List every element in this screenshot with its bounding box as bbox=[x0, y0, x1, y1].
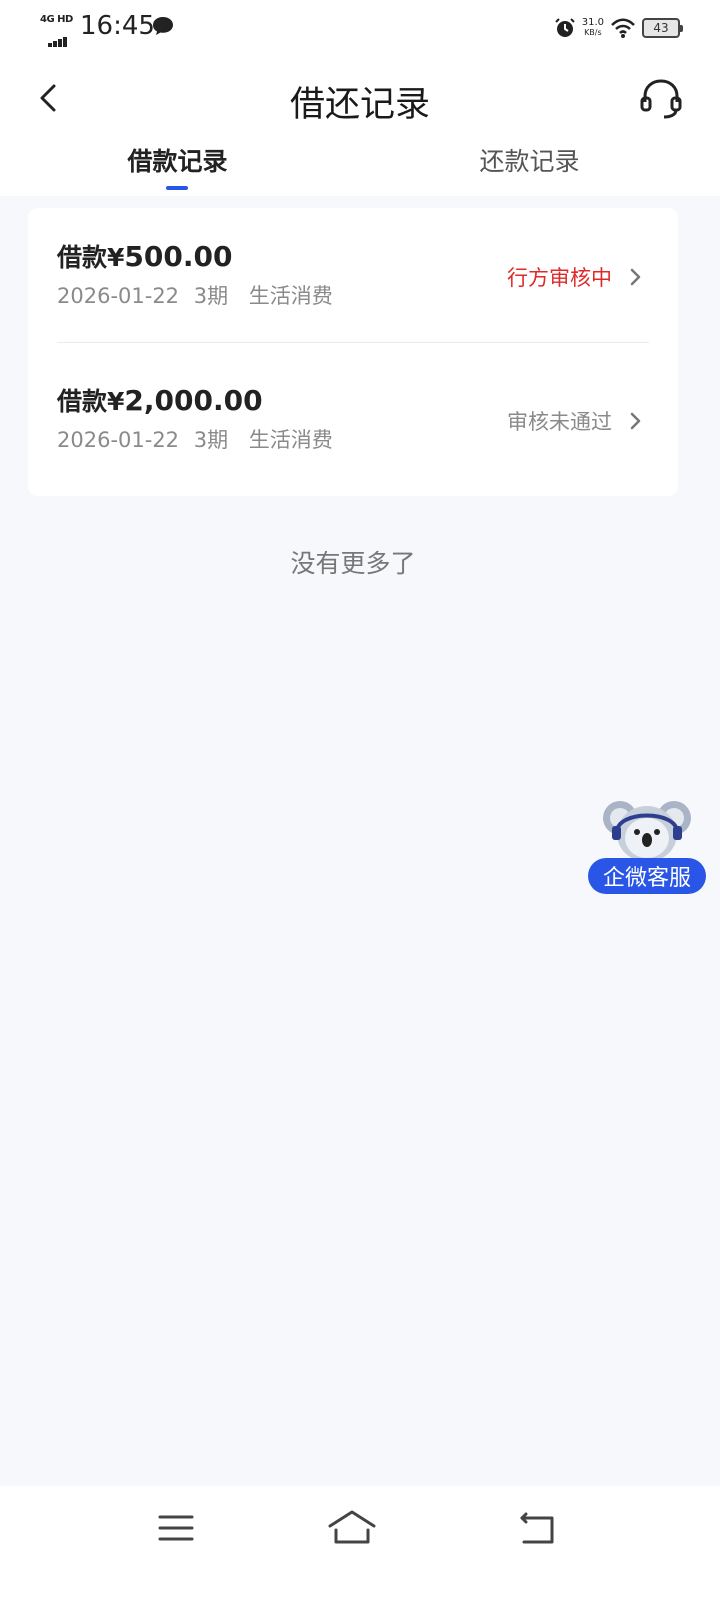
status-bar: 4G HD 16:45 31.0 KB/s 43 bbox=[0, 0, 720, 56]
alarm-icon bbox=[555, 18, 575, 37]
loan-date: 2026-01-22 bbox=[57, 284, 180, 308]
loan-amount: 借款¥2,000.00 bbox=[57, 382, 263, 418]
tab-repay-records[interactable]: 还款记录 bbox=[452, 142, 607, 196]
loan-term: 3期 bbox=[193, 284, 229, 308]
list-item[interactable]: 借款¥500.00 2026-01-22 3期 生活消费 行方审核中 bbox=[28, 208, 678, 352]
records-card: 借款¥500.00 2026-01-22 3期 生活消费 行方审核中 借款¥2,… bbox=[28, 208, 678, 496]
chevron-right-icon bbox=[630, 412, 641, 430]
app-header: 借还记录 bbox=[0, 56, 720, 142]
loan-details: 2026-01-22 3期 生活消费 bbox=[57, 424, 333, 454]
amount-value: 500.00 bbox=[124, 240, 233, 273]
loan-date: 2026-01-22 bbox=[57, 428, 180, 452]
loan-amount: 借款¥500.00 bbox=[57, 238, 232, 274]
loan-details: 2026-01-22 3期 生活消费 bbox=[57, 280, 333, 310]
speed-value: 31.0 bbox=[581, 17, 604, 28]
wecom-service-label: 企微客服 bbox=[588, 858, 706, 894]
network-type-label: 4G HD bbox=[40, 14, 73, 25]
speed-unit: KB/s bbox=[584, 28, 602, 37]
headset-icon[interactable] bbox=[638, 76, 684, 122]
back-icon[interactable] bbox=[508, 1506, 568, 1550]
wecom-service-button[interactable]: 企微客服 bbox=[588, 796, 706, 898]
status-badge: 审核未通过 bbox=[507, 410, 612, 434]
divider bbox=[57, 342, 649, 343]
loan-purpose: 生活消费 bbox=[248, 284, 333, 308]
network-speed: 31.0 KB/s bbox=[582, 18, 604, 38]
record-tabs: 借款记录 还款记录 bbox=[0, 142, 720, 196]
status-time: 16:45 bbox=[80, 11, 155, 41]
no-more-text: 没有更多了 bbox=[290, 549, 416, 578]
network-signal-icon: 4G HD bbox=[40, 14, 74, 47]
system-nav-bar bbox=[0, 1486, 720, 1600]
amount-value: 2,000.00 bbox=[124, 384, 263, 417]
loan-purpose: 生活消费 bbox=[248, 428, 333, 452]
chevron-right-icon bbox=[630, 268, 641, 286]
list-item[interactable]: 借款¥2,000.00 2026-01-22 3期 生活消费 审核未通过 bbox=[28, 352, 678, 496]
home-icon[interactable] bbox=[322, 1506, 382, 1550]
amount-prefix: 借款¥ bbox=[57, 387, 125, 416]
message-icon bbox=[153, 17, 173, 35]
koala-mascot-icon bbox=[603, 801, 691, 862]
battery-icon: 43 bbox=[642, 18, 683, 38]
wifi-icon bbox=[611, 18, 635, 38]
page-title: 借还记录 bbox=[289, 85, 430, 125]
menu-icon[interactable] bbox=[146, 1506, 206, 1550]
loan-term: 3期 bbox=[193, 428, 229, 452]
status-badge: 行方审核中 bbox=[507, 266, 612, 290]
battery-level: 43 bbox=[653, 21, 669, 35]
active-tab-indicator bbox=[166, 186, 188, 190]
amount-prefix: 借款¥ bbox=[57, 243, 125, 272]
